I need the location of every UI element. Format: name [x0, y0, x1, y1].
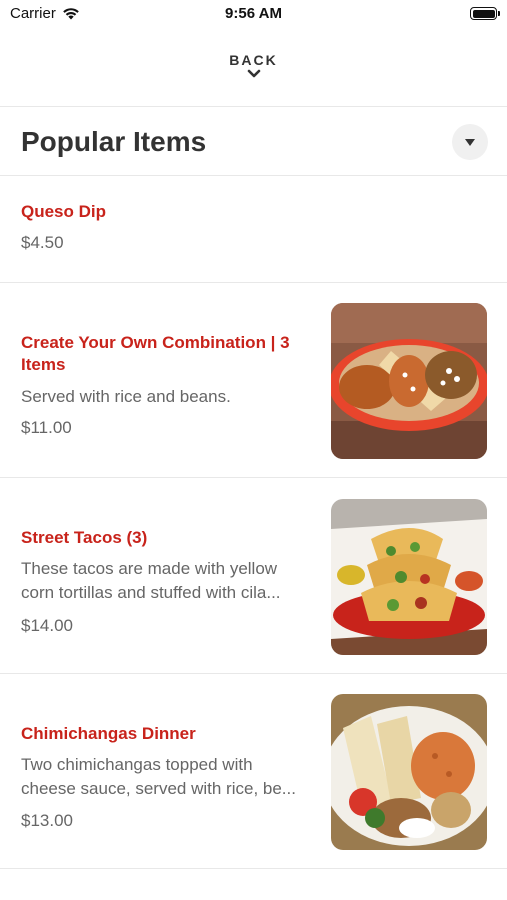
item-price: $14.00: [21, 616, 73, 635]
back-label: BACK: [229, 52, 278, 68]
section-header: Popular Items: [0, 108, 507, 174]
status-bar: Carrier 9:56 AM: [0, 0, 507, 28]
clock: 9:56 AM: [225, 5, 282, 22]
item-description: Two chimichangas topped with cheese sauc…: [21, 755, 296, 798]
item-name: Create Your Own Combination | 3 Items: [21, 333, 290, 374]
item-description: Served with rice and beans.: [21, 387, 231, 406]
item-description: These tacos are made with yellow corn to…: [21, 559, 281, 602]
item-photo-chimichangas: [331, 694, 487, 850]
item-price: $4.50: [21, 233, 64, 252]
menu-item-chimichangas[interactable]: Chimichangas Dinner Two chimichangas top…: [0, 674, 507, 868]
item-name: Street Tacos (3): [21, 528, 148, 547]
menu-item-queso-dip[interactable]: Queso Dip $4.50: [0, 176, 507, 282]
item-photo-combination: [331, 303, 487, 459]
menu-item-street-tacos[interactable]: Street Tacos (3) These tacos are made wi…: [0, 478, 507, 673]
item-price: $13.00: [21, 811, 73, 830]
section-title: Popular Items: [21, 126, 207, 157]
back-button[interactable]: BACK: [0, 52, 507, 92]
item-name: Queso Dip: [21, 202, 107, 221]
caret-down-icon: [465, 138, 475, 146]
battery-icon: [470, 7, 500, 20]
menu-item-combination[interactable]: Create Your Own Combination | 3 Items Se…: [0, 283, 507, 477]
divider: [0, 868, 507, 869]
item-price: $11.00: [21, 418, 72, 437]
chevron-down-icon: [247, 69, 260, 78]
item-photo-street-tacos: [331, 499, 487, 655]
divider: [0, 106, 507, 107]
section-dropdown-button[interactable]: [452, 124, 488, 160]
item-name: Chimichangas Dinner: [21, 724, 196, 743]
